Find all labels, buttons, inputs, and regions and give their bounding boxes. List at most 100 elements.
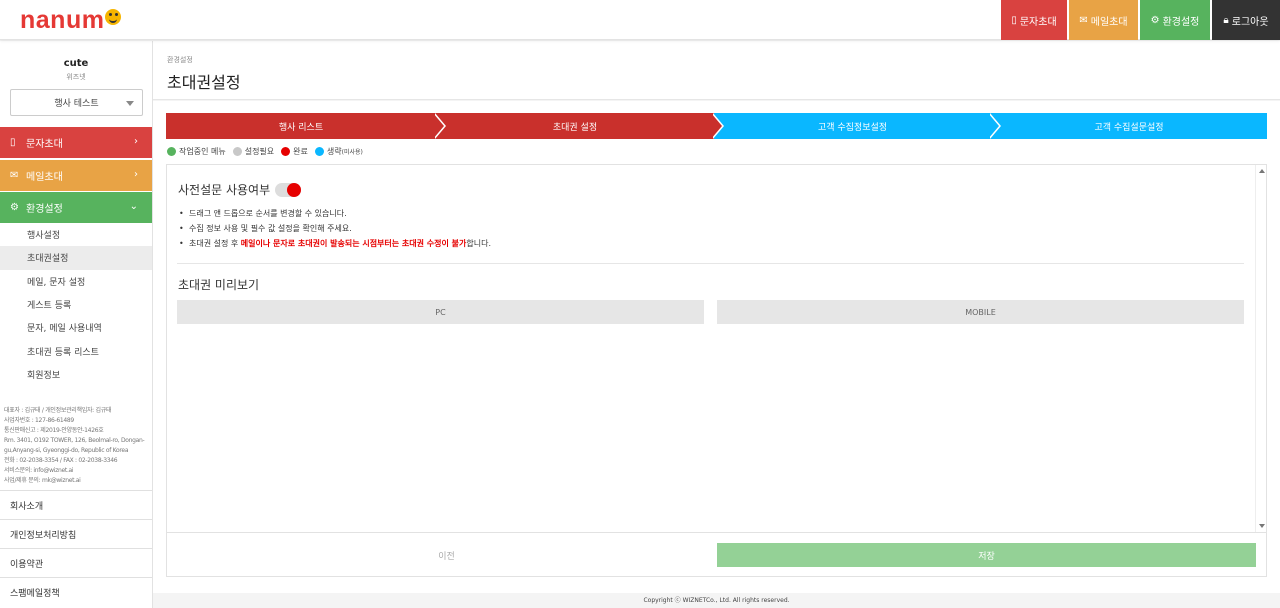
page-header: 환경설정 초대권설정 bbox=[153, 41, 1280, 100]
mail-invite-label: 메일초대 bbox=[1090, 16, 1128, 28]
panel-scrollbar[interactable] bbox=[1255, 165, 1266, 532]
save-button[interactable]: 저장 bbox=[717, 543, 1256, 567]
company-info-line: 사업/제휴 문의: mk@wiznet.ai bbox=[4, 477, 81, 484]
preview-heading: 초대권 미리보기 bbox=[178, 278, 260, 292]
phone-icon: ▯ bbox=[10, 137, 16, 148]
company-intro-link[interactable]: 회사소개 bbox=[0, 490, 152, 519]
note-item: 수집 정보 사용 및 필수 값 설정을 확인해 주세요. bbox=[178, 221, 1248, 236]
sidebar-item-label: 메일초대 bbox=[26, 172, 63, 183]
breadcrumb: 환경설정 bbox=[167, 56, 193, 64]
top-bar: nanum ▯ 문자초대 ✉ 메일초대 ⚙ 환경설정 🔒︎ 로그아웃 bbox=[0, 0, 1280, 40]
spam-policy-link[interactable]: 스팸메일정책 bbox=[0, 577, 152, 606]
submenu-member-info[interactable]: 회원정보 bbox=[0, 363, 152, 386]
top-nav: ▯ 문자초대 ✉ 메일초대 ⚙ 환경설정 🔒︎ 로그아웃 bbox=[999, 0, 1280, 40]
logout-button[interactable]: 🔒︎ 로그아웃 bbox=[1212, 0, 1280, 40]
step-event-list[interactable]: 행사 리스트 bbox=[166, 113, 436, 139]
event-select-value: 행사 테스트 bbox=[54, 99, 99, 109]
company-info-line: Rm. 3401, O192 TOWER, 126, Beolmal-ro, D… bbox=[4, 437, 145, 454]
logo[interactable]: nanum bbox=[20, 6, 122, 34]
copyright: Copyright ⓒ WIZNETCo., Ltd. All rights r… bbox=[643, 597, 790, 604]
step-separator bbox=[988, 113, 999, 139]
sidebar-item-sms-invite[interactable]: ▯ 문자초대 › bbox=[0, 127, 152, 158]
survey-usage-toggle[interactable] bbox=[275, 182, 302, 197]
submenu-invitation-list[interactable]: 초대권 등록 리스트 bbox=[0, 339, 152, 362]
legend-required: 설정필요 bbox=[232, 146, 275, 157]
step-separator bbox=[711, 113, 722, 139]
sidebar-item-mail-invite[interactable]: ✉ 메일초대 › bbox=[0, 160, 152, 191]
action-bar: 이전 저장 bbox=[166, 533, 1267, 577]
chevron-right-icon: › bbox=[134, 136, 138, 147]
gear-icon: ⚙ bbox=[1150, 14, 1160, 26]
submenu-mail-sms-settings[interactable]: 메일, 문자 설정 bbox=[0, 270, 152, 293]
footer-links: 회사소개 개인정보처리방침 이용약관 스팸메일정책 bbox=[0, 490, 152, 606]
submenu-event-settings[interactable]: 행사설정 bbox=[0, 223, 152, 246]
note-item: 드래그 앤 드롭으로 순서를 변경할 수 있습니다. bbox=[178, 206, 1248, 221]
status-legend: 작업중인 메뉴 설정필요 완료 생략 (미사용) bbox=[167, 145, 370, 157]
legend-done: 완료 bbox=[281, 146, 308, 157]
main-area: 환경설정 초대권설정 행사 리스트 초대권 설정 고객 수집정보설정 고객 수집… bbox=[153, 41, 1280, 608]
legend-label: 작업중인 메뉴 bbox=[179, 146, 226, 156]
mail-invite-button[interactable]: ✉ 메일초대 bbox=[1069, 0, 1138, 40]
red-dot-icon bbox=[281, 146, 291, 156]
phone-icon: ▯ bbox=[1011, 14, 1017, 26]
legend-label: 설정필요 bbox=[244, 146, 275, 156]
settings-submenu: 행사설정 초대권설정 메일, 문자 설정 게스트 등록 문자, 메일 사용내역 … bbox=[0, 223, 152, 386]
divider bbox=[177, 263, 1244, 264]
note-text: 합니다. bbox=[466, 239, 491, 248]
company-info-line: 사업자번호 : 127-86-61489 bbox=[4, 417, 74, 424]
legend-sublabel: (미사용) bbox=[341, 148, 363, 156]
survey-usage-heading: 사전설문 사용여부 bbox=[178, 181, 302, 198]
note-text: 초대권 설정 후 bbox=[189, 239, 241, 248]
terms-link[interactable]: 이용약관 bbox=[0, 548, 152, 577]
smiley-face-icon bbox=[105, 9, 122, 25]
settings-panel: 사전설문 사용여부 드래그 앤 드롭으로 순서를 변경할 수 있습니다. 수집 … bbox=[166, 164, 1267, 533]
notes-list: 드래그 앤 드롭으로 순서를 변경할 수 있습니다. 수집 정보 사용 및 필수… bbox=[178, 206, 1248, 251]
step-label: 고객 수집정보설정 bbox=[817, 122, 888, 133]
event-select[interactable]: 행사 테스트 bbox=[10, 89, 143, 116]
prev-button[interactable]: 이전 bbox=[178, 543, 715, 567]
step-label: 초대권 설정 bbox=[552, 122, 598, 133]
submenu-invitation-settings[interactable]: 초대권설정 bbox=[0, 246, 152, 270]
step-invitation-settings[interactable]: 초대권 설정 bbox=[436, 113, 714, 139]
logo-text: nanum bbox=[20, 6, 105, 34]
step-separator bbox=[433, 113, 444, 139]
lock-icon: 🔒︎ bbox=[1223, 14, 1229, 26]
sms-invite-button[interactable]: ▯ 문자초대 bbox=[1001, 0, 1067, 40]
scroll-down-icon[interactable] bbox=[1259, 524, 1265, 528]
submenu-usage-history[interactable]: 문자, 메일 사용내역 bbox=[0, 316, 152, 339]
submenu-guest-register[interactable]: 게스트 등록 bbox=[0, 293, 152, 316]
survey-usage-label: 사전설문 사용여부 bbox=[178, 183, 271, 197]
note-warning: 메일이나 문자로 초대권이 발송되는 시점부터는 초대권 수정이 불가 bbox=[240, 239, 467, 248]
page-title: 초대권설정 bbox=[167, 73, 241, 92]
legend-label: 생략 bbox=[326, 146, 342, 156]
step-customer-survey-settings[interactable]: 고객 수집설문설정 bbox=[991, 113, 1267, 139]
logout-label: 로그아웃 bbox=[1231, 16, 1269, 28]
profile-name: cute bbox=[63, 58, 89, 69]
chevron-down-icon bbox=[126, 101, 134, 106]
sidebar: cute 위즈넷 행사 테스트 ▯ 문자초대 › ✉ 메일초대 › ⚙ 환경설정… bbox=[0, 41, 153, 608]
company-info-line: 전화 : 02-2038-3354 / FAX : 02-2038-3346 bbox=[4, 457, 118, 464]
privacy-policy-link[interactable]: 개인정보처리방침 bbox=[0, 519, 152, 548]
legend-label: 완료 bbox=[293, 146, 308, 156]
preview-pc-tab[interactable]: PC bbox=[177, 300, 704, 324]
gear-icon: ⚙ bbox=[10, 202, 19, 213]
company-info-line: 대표자 : 김규태 / 개인정보관리책임자: 김규태 bbox=[4, 407, 112, 414]
envelope-icon: ✉ bbox=[1079, 14, 1088, 26]
legend-skip: 생략 (미사용) bbox=[314, 146, 363, 157]
settings-button[interactable]: ⚙ 환경설정 bbox=[1140, 0, 1210, 40]
legend-working: 작업중인 메뉴 bbox=[167, 146, 226, 157]
step-label: 행사 리스트 bbox=[278, 122, 324, 133]
chevron-down-icon: ⌄ bbox=[129, 201, 138, 212]
settings-label: 환경설정 bbox=[1162, 16, 1200, 28]
scroll-up-icon[interactable] bbox=[1259, 169, 1265, 173]
sidebar-item-settings[interactable]: ⚙ 환경설정 ⌄ bbox=[0, 192, 152, 223]
step-customer-info-settings[interactable]: 고객 수집정보설정 bbox=[714, 113, 991, 139]
preview-mobile-tab[interactable]: MOBILE bbox=[717, 300, 1244, 324]
chevron-right-icon: › bbox=[134, 169, 138, 180]
step-label: 고객 수집설문설정 bbox=[1094, 122, 1164, 133]
progress-steps: 행사 리스트 초대권 설정 고객 수집정보설정 고객 수집설문설정 bbox=[166, 113, 1267, 139]
toggle-knob bbox=[287, 182, 302, 197]
envelope-icon: ✉ bbox=[10, 170, 19, 181]
gray-dot-icon bbox=[232, 146, 242, 156]
note-item: 초대권 설정 후 메일이나 문자로 초대권이 발송되는 시점부터는 초대권 수정… bbox=[178, 236, 1248, 251]
